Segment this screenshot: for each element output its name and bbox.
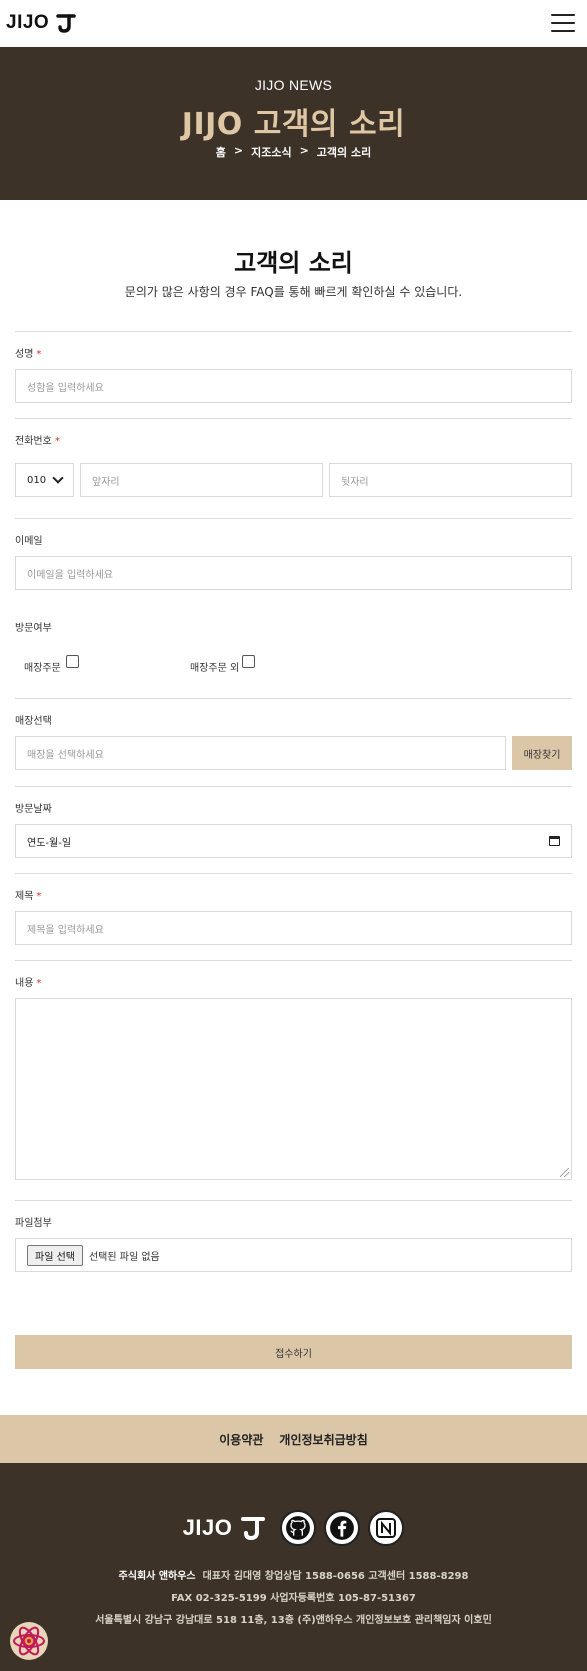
hero-eyebrow: JIJO NEWS [254, 77, 333, 93]
content-label: 내용 * [15, 978, 42, 989]
breadcrumb-home[interactable]: 홈 [216, 144, 226, 160]
email-label: 이메일 [15, 536, 43, 547]
logo-text: JIJO [6, 12, 50, 33]
footer-company-name: 주식회사 앤하우스 [118, 1571, 196, 1582]
phone-last-input[interactable]: 뒷자리 [329, 463, 572, 497]
facebook-icon[interactable] [324, 1510, 361, 1546]
phone-middle-input[interactable]: 앞자리 [80, 463, 323, 497]
email-input[interactable]: 이메일을 입력하세요 [15, 556, 572, 590]
content-textarea[interactable] [15, 998, 572, 1180]
file-status: 선택된 파일 없음 [88, 1251, 160, 1263]
terms-link[interactable]: 이용약관 [219, 1431, 263, 1448]
logo-mark-icon [56, 14, 76, 33]
footer-logo-mark-icon [241, 1517, 266, 1541]
file-input[interactable]: 파일 선택 선택된 파일 없음 [15, 1238, 572, 1272]
floating-atom-icon[interactable] [9, 1621, 49, 1661]
footer-company-line: 주식회사 앤하우스 대표자 김대영 창업상담 1588-0656 고객센터 15… [0, 1567, 587, 1582]
file-select-button[interactable]: 파일 선택 [27, 1244, 83, 1266]
footer-links: 이용약관 개인정보취급방침 [0, 1415, 587, 1463]
page-subtitle: 문의가 많은 사항의 경우 FAQ를 통해 빠르게 확인하실 수 있습니다. [124, 285, 463, 299]
footer-fax-line: FAX 02-325-5199 사업자등록번호 105-87-51367 [171, 1593, 416, 1604]
github-icon[interactable] [280, 1510, 317, 1546]
divider [15, 873, 572, 874]
privacy-link[interactable]: 개인정보취급방침 [279, 1431, 367, 1448]
visit-option-store-label: 매장주문 [24, 663, 61, 674]
divider [15, 786, 572, 787]
store-label: 매장선택 [15, 716, 52, 727]
submit-button[interactable]: 접수하기 [15, 1335, 572, 1369]
calendar-icon[interactable] [549, 836, 560, 846]
breadcrumb-current: 고객의 소리 [316, 146, 372, 159]
visit-date-input[interactable]: 연도-월-일 [15, 824, 572, 858]
footer-logo-text: JIJO [182, 1515, 233, 1540]
file-label: 파일첨부 [15, 1218, 52, 1229]
breadcrumb-separator: > [233, 144, 244, 157]
name-input[interactable]: 성함을 입력하세요 [15, 369, 572, 403]
visit-date-value: 연도-월-일 [27, 837, 72, 849]
visit-date-label: 방문날짜 [15, 804, 52, 815]
page-title: 고객의 소리 [234, 249, 353, 277]
breadcrumb-news[interactable]: 지조소식 [251, 144, 291, 160]
visit-option-other-checkbox[interactable] [242, 655, 255, 668]
divider [15, 518, 572, 519]
phone-prefix-value: 010 [27, 474, 47, 486]
logo[interactable]: JIJO [6, 12, 77, 34]
chevron-down-icon [52, 472, 64, 484]
footer-company-info: 대표자 김대영 창업상담 1588-0656 고객센터 1588-8298 [202, 1571, 469, 1582]
store-input[interactable]: 매장을 선택하세요 [15, 736, 506, 770]
visit-option-store-checkbox[interactable] [66, 655, 79, 668]
name-label: 성명 * [15, 349, 42, 360]
divider [15, 1200, 572, 1201]
hero-title: JIJO 고객의 소리 [181, 107, 406, 142]
breadcrumb-separator: > [299, 144, 309, 157]
find-store-button[interactable]: 매장찾기 [512, 736, 572, 770]
breadcrumb: 홈 > 지조소식 > 고객의 소리 [0, 144, 587, 160]
footer-address-line: 서울특별시 강남구 강남대로 518 11층, 13층 (주)앤하우스 개인정보… [95, 1615, 492, 1626]
subject-input[interactable]: 제목을 입력하세요 [15, 911, 572, 945]
visit-option-other-label: 매장주문 외 [190, 663, 240, 674]
phone-label: 전화번호 * [15, 436, 60, 447]
top-bar: JIJO [0, 0, 587, 47]
visit-label: 방문여부 [15, 623, 52, 634]
notion-icon[interactable] [368, 1510, 405, 1546]
footer: JIJO 주식회사 앤하우스 대표자 김대영 창업상담 1588-0656 고객… [0, 1463, 587, 1671]
hero-banner: JIJO NEWS JIJO 고객의 소리 홈 > 지조소식 > 고객의 소리 [0, 47, 587, 200]
footer-logo-row: JIJO [0, 1510, 587, 1546]
divider [15, 418, 572, 419]
divider [15, 331, 572, 332]
subject-label: 제목 * [15, 891, 42, 902]
menu-icon[interactable] [551, 14, 575, 32]
divider [15, 960, 572, 961]
phone-prefix-select[interactable]: 010 [15, 463, 74, 497]
resize-handle-icon[interactable] [560, 1168, 569, 1177]
divider [15, 698, 572, 699]
